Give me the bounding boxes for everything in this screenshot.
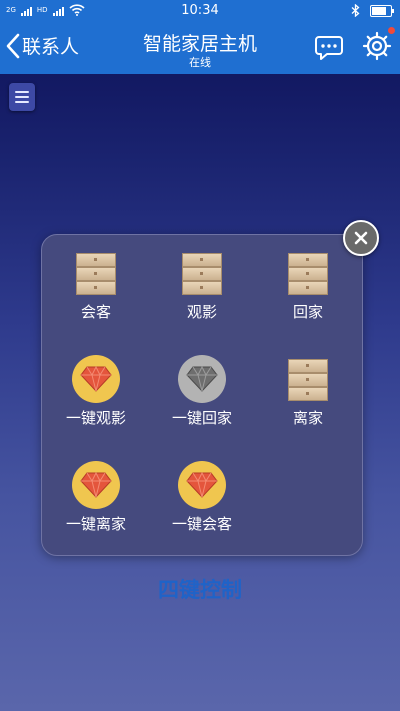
scene-panel: 会客 观影 回家 一键观影 一键回家 离家 一键离家 一键会客 <box>41 234 363 556</box>
scene-label: 一键回家 <box>171 409 232 427</box>
battery-icon <box>370 4 394 17</box>
menu-icon-line <box>15 91 29 93</box>
scene-label: 离家 <box>292 409 323 427</box>
switch-panel-icon <box>288 251 328 297</box>
scene-label: 会客 <box>80 303 111 321</box>
notification-dot <box>388 27 395 34</box>
back-label: 联系人 <box>22 36 80 58</box>
scene-button-leave[interactable]: 离家 <box>258 357 358 428</box>
chat-button[interactable] <box>314 35 344 65</box>
scene-button-home[interactable]: 回家 <box>258 251 358 322</box>
online-status: 在线 <box>189 56 211 69</box>
scene-label: 一键会客 <box>171 515 232 533</box>
scene-button-one-key-movie[interactable]: 一键观影 <box>46 355 146 428</box>
scene-button-one-key-leave[interactable]: 一键离家 <box>46 461 146 534</box>
close-icon <box>354 231 368 245</box>
page-title: 智能家居主机 <box>142 33 257 55</box>
switch-panel-icon <box>182 251 222 297</box>
switch-panel-icon <box>76 251 116 297</box>
scene-label: 一键离家 <box>65 515 126 533</box>
scene-label: 观影 <box>186 303 217 321</box>
scene-button-movie[interactable]: 观影 <box>152 251 252 322</box>
scene-label: 回家 <box>292 303 323 321</box>
scene-button-one-key-guest[interactable]: 一键会客 <box>152 461 252 534</box>
chevron-left-icon <box>6 33 20 58</box>
gray-gem-icon <box>178 355 226 403</box>
status-bar: 2G HD 10:34 <box>0 0 400 22</box>
chat-bubble-icon <box>315 36 343 60</box>
menu-icon-line <box>15 101 29 103</box>
menu-icon-line <box>15 96 29 98</box>
ruby-gem-icon <box>72 355 120 403</box>
ruby-gem-icon <box>72 461 120 509</box>
switch-panel-icon <box>288 357 328 403</box>
battery-level <box>372 6 386 15</box>
status-right <box>351 4 394 17</box>
scene-button-guest[interactable]: 会客 <box>46 251 146 322</box>
gear-icon <box>362 31 392 61</box>
settings-button[interactable] <box>362 31 392 65</box>
ruby-gem-icon <box>178 461 226 509</box>
four-key-control-title: 四键控制 <box>158 578 242 602</box>
back-button[interactable]: 联系人 <box>6 32 79 59</box>
close-button[interactable] <box>343 220 379 256</box>
bluetooth-icon <box>351 4 360 17</box>
scene-label: 一键观影 <box>65 409 126 427</box>
scene-button-one-key-home[interactable]: 一键回家 <box>152 355 252 428</box>
status-time: 10:34 <box>181 3 219 18</box>
menu-button[interactable] <box>9 83 35 111</box>
nav-bar: 联系人 智能家居主机 在线 <box>0 22 400 74</box>
